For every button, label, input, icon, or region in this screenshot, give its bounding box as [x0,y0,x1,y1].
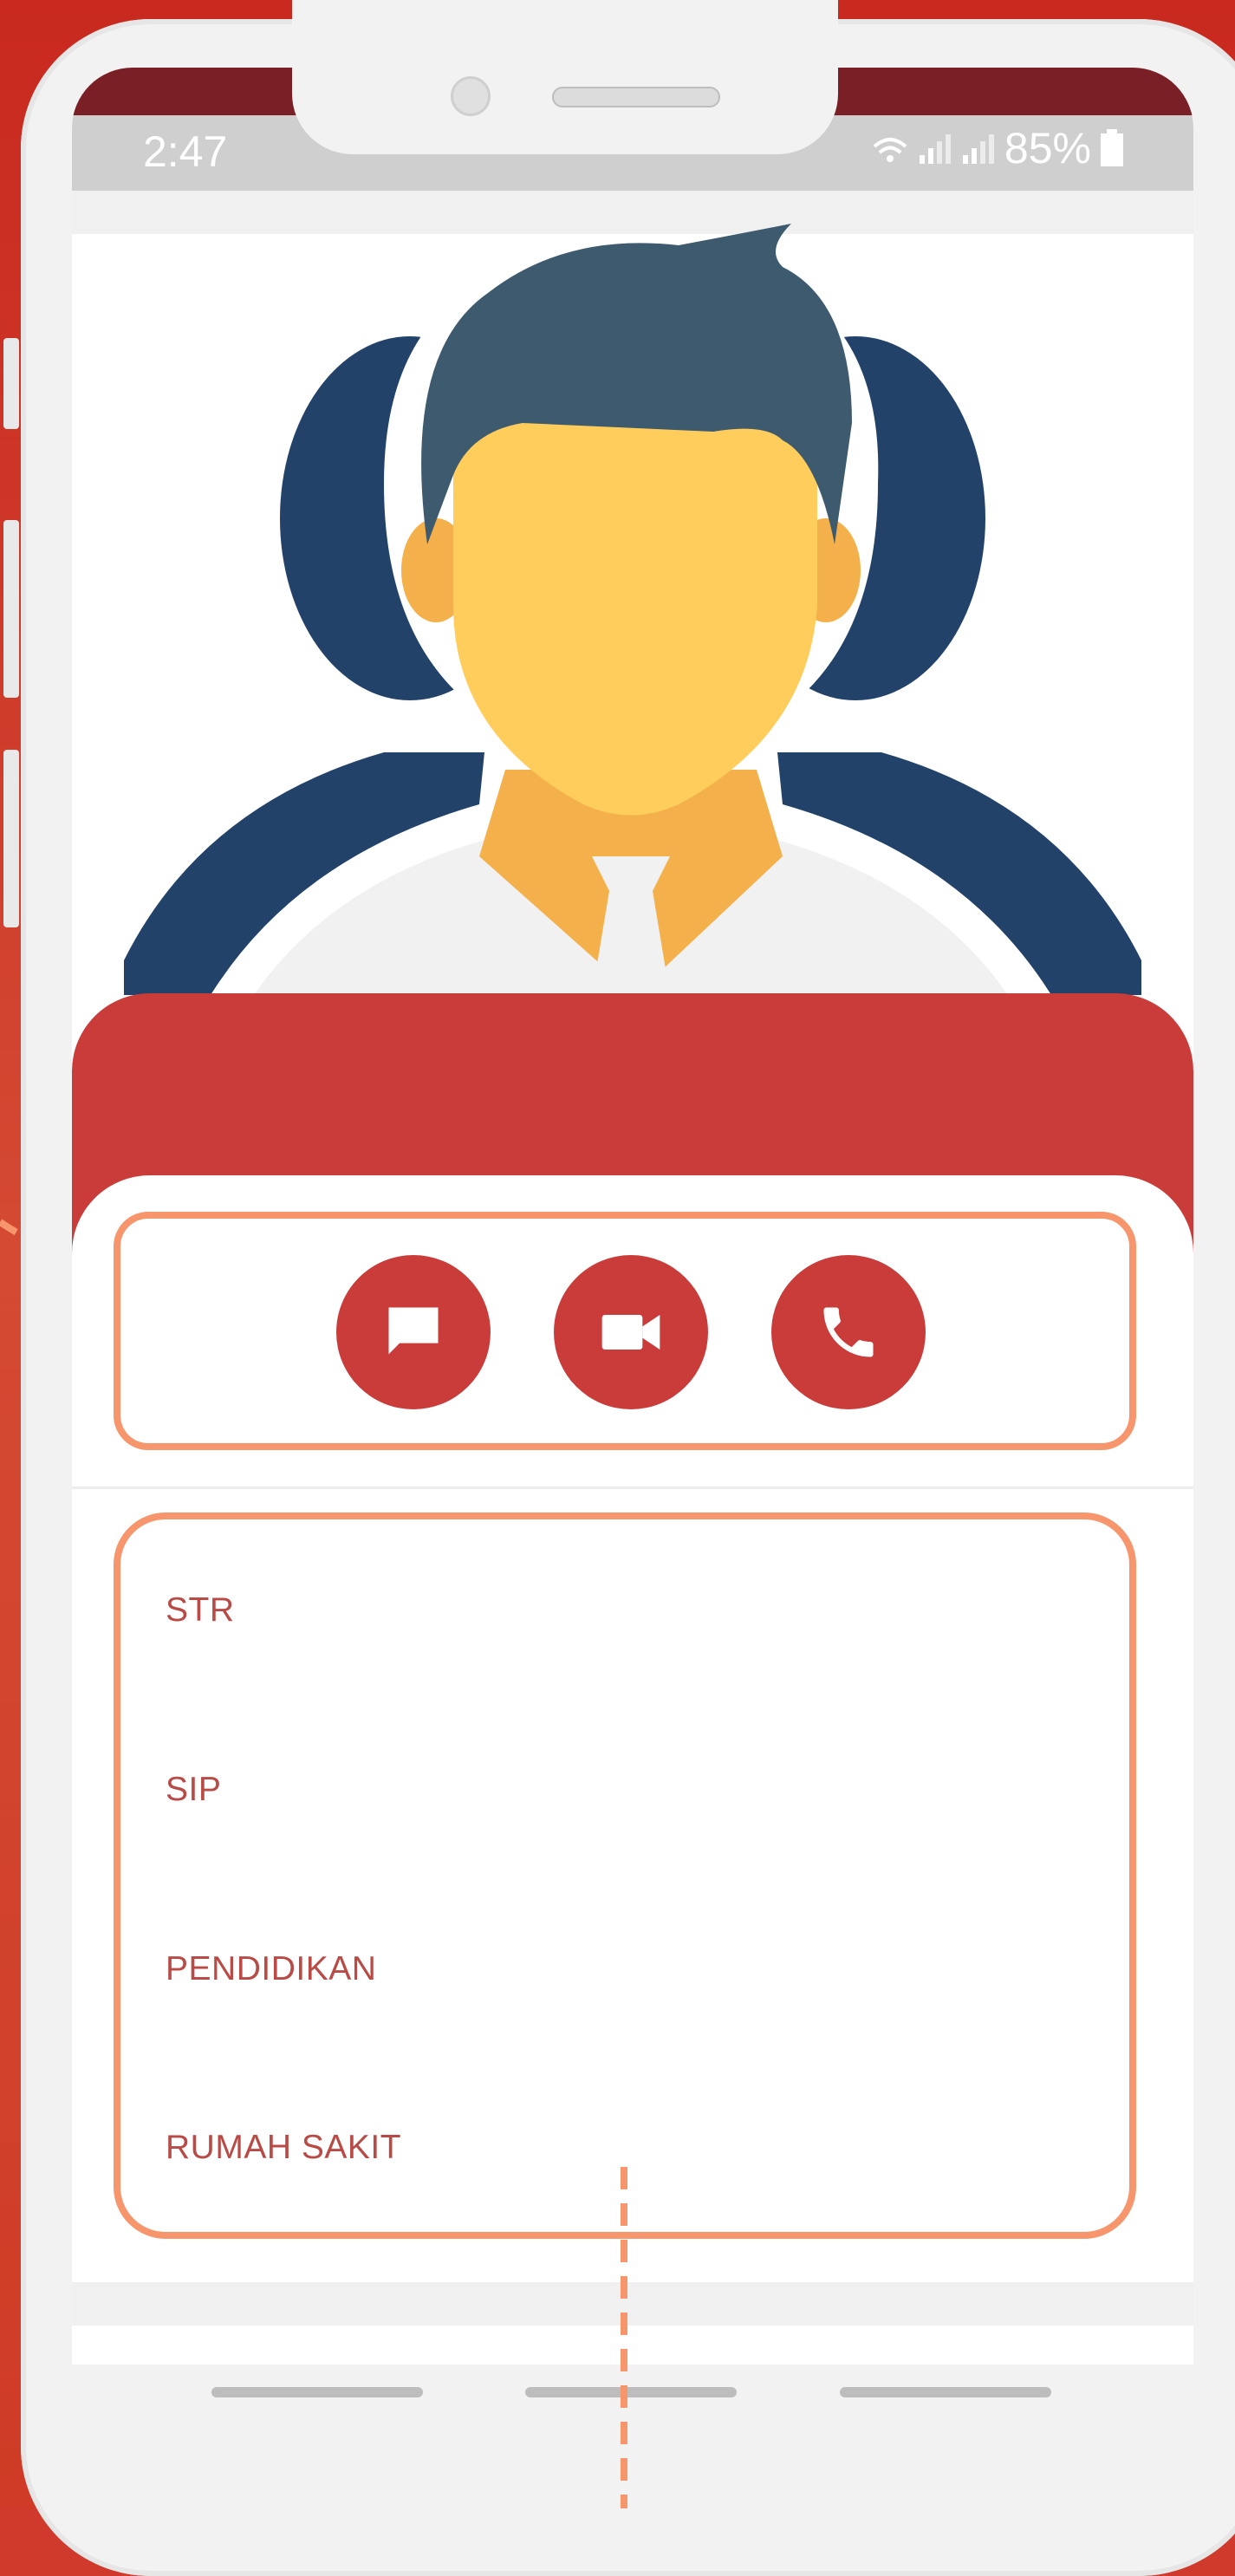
signal-icon [962,134,994,164]
video-call-button[interactable] [554,1255,708,1409]
phone-notch [292,0,838,154]
nav-recent-button[interactable] [211,2387,423,2397]
side-button [3,750,19,927]
signal-icon [919,134,951,164]
status-indicators: 85% [871,123,1124,173]
video-camera-icon [601,1315,660,1350]
nav-back-button[interactable] [840,2387,1051,2397]
side-button [3,520,19,698]
status-time: 2:47 [143,127,228,176]
info-item-sip[interactable]: SIP [166,1771,221,1809]
chat-button[interactable] [336,1255,491,1409]
info-item-str[interactable]: STR [166,1591,235,1630]
earpiece-speaker [552,87,720,107]
app-screen: 2:47 85% STR SIP PENDIDIKAN RUMAH SAKIT [72,68,1193,2365]
annotation-leader-bottom [621,2167,627,2508]
info-item-rumah-sakit[interactable]: RUMAH SAKIT [166,2129,401,2167]
side-button [3,338,19,429]
info-item-pendidikan[interactable]: PENDIDIKAN [166,1950,376,1988]
section-divider [72,1486,1193,1489]
bottom-band [72,2282,1193,2326]
chat-icon [388,1307,439,1355]
wifi-icon [873,138,907,162]
battery-percentage: 85% [1004,124,1091,172]
voice-call-button[interactable] [771,1255,926,1409]
front-camera [451,76,491,116]
phone-icon [823,1307,874,1357]
doctor-avatar-illustration [124,224,1141,995]
battery-icon [1101,129,1123,166]
